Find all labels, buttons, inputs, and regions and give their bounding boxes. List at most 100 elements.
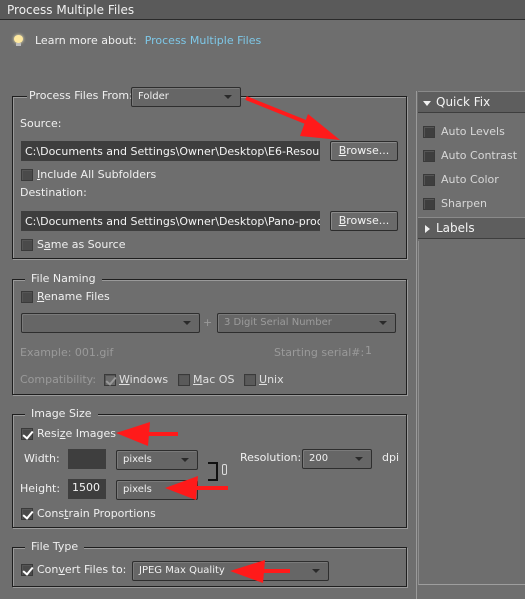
constrain-text-b: rain Proportions [68,507,156,520]
macos-text: ac OS [202,373,235,386]
windows-checkbox[interactable] [104,374,116,386]
resolution-select[interactable]: 200 [302,449,372,469]
quick-fix-auto-contrast[interactable]: Auto Contrast [423,149,517,162]
width-unit-select[interactable]: pixels [116,450,198,470]
rename-text: ename Files [44,290,110,303]
plus-sign: + [203,316,213,329]
convert-files-label[interactable]: Convert Files to: [37,563,126,576]
convert-text-b: ert Files to: [64,563,127,576]
quick-fix-auto-levels[interactable]: Auto Levels [423,125,505,138]
convert-text-a: Con [37,563,59,576]
height-label: Height: [20,482,61,495]
labels-title: Labels [436,221,475,235]
chevron-down-icon [224,95,232,99]
file-format-select[interactable]: JPEG Max Quality [132,561,329,581]
height-unit-value: pixels [123,484,152,495]
process-from-label: Process Files From: [27,89,135,102]
width-unit-value: pixels [123,454,152,465]
name-format-select[interactable] [21,313,200,333]
process-from-select[interactable]: Folder [131,87,241,107]
window-title: Process Multiple Files [7,3,135,17]
macos-checkbox[interactable] [178,374,190,386]
source-label: Source: [20,117,62,130]
unix-checkbox[interactable] [244,374,256,386]
windows-label[interactable]: Windows [119,373,168,386]
resolution-value: 200 [309,453,329,464]
include-subfolders-checkbox[interactable] [21,169,33,181]
same-as-source-checkbox[interactable] [21,239,33,251]
macos-label[interactable]: Mac OS [193,373,234,386]
side-panel: Quick Fix Auto Levels Auto Contrast Auto… [416,91,525,599]
image-size-title: Image Size [25,407,98,420]
include-subfolders-label[interactable]: Include All Subfolders [37,168,156,181]
auto-levels-label: Auto Levels [441,125,505,138]
naming-example: Example: 001.gif [20,346,114,359]
source-browse-button[interactable]: Browse... [330,141,398,161]
constrain-link-bracket [208,462,218,481]
process-from-value: Folder [138,91,169,102]
include-subfolders-text: nclude All Subfolders [40,168,157,181]
chain-link-icon[interactable] [222,464,227,475]
window-title-bar: Process Multiple Files [0,0,525,20]
same-as-source-text-b: me as Source [50,238,126,251]
help-link[interactable]: Process Multiple Files [145,34,262,47]
auto-contrast-label: Auto Contrast [441,149,518,162]
chevron-down-icon [183,321,191,325]
constrain-text-a: Cons [37,507,65,520]
resize-text-b: e Images [65,427,116,440]
destination-path-input[interactable]: C:\Documents and Settings\Owner\Desktop\… [21,211,320,231]
quick-fix-title: Quick Fix [436,95,491,109]
windows-mnemonic: W [119,373,130,386]
file-type-title: File Type [25,540,85,553]
resize-images-label[interactable]: Resize Images [37,427,116,440]
unix-text: nix [267,373,284,386]
height-unit-select[interactable]: pixels [116,480,198,500]
destination-label: Destination: [20,186,87,199]
starting-serial-label: Starting serial#: [274,346,365,359]
labels-panel-body [418,241,525,585]
chevron-down-icon [355,457,363,461]
file-naming-title: File Naming [25,272,102,285]
auto-color-checkbox[interactable] [423,174,435,186]
sharpen-checkbox[interactable] [423,198,435,210]
windows-text: indows [129,373,169,386]
chevron-down-icon [312,569,320,573]
help-row: Learn more about: Process Multiple Files [14,34,261,47]
serial-format-select[interactable]: 3 Digit Serial Number [217,313,396,333]
width-input[interactable] [68,449,106,469]
destination-browse-button[interactable]: Browse... [330,211,398,231]
labels-header[interactable]: Labels [418,217,525,239]
help-prefix: Learn more about: [35,34,137,47]
chevron-down-icon [181,458,189,462]
collapse-triangle-icon [425,225,430,233]
browse-label: rowse... [346,214,390,227]
serial-format-value: 3 Digit Serial Number [224,317,332,328]
same-as-source-text-a: S [37,238,44,251]
resolution-label: Resolution: [240,451,302,464]
rename-files-label[interactable]: Rename Files [37,290,110,303]
file-format-value: JPEG Max Quality [139,565,225,576]
quick-fix-auto-color[interactable]: Auto Color [423,173,499,186]
quick-fix-sharpen[interactable]: Sharpen [423,197,487,210]
compatibility-label: Compatibility: [20,373,97,386]
auto-contrast-checkbox[interactable] [423,150,435,162]
resize-images-checkbox[interactable] [21,428,33,440]
sharpen-label: Sharpen [441,197,487,210]
constrain-proportions-label[interactable]: Constrain Proportions [37,507,156,520]
convert-files-checkbox[interactable] [21,564,33,576]
height-input[interactable]: 1500 [68,479,106,499]
width-label: Width: [24,452,60,465]
macos-mnemonic: M [193,373,203,386]
unix-label[interactable]: Unix [259,373,284,386]
starting-serial-value[interactable]: 1 [365,344,372,357]
resize-text-a: Resi [37,427,60,440]
auto-levels-checkbox[interactable] [423,126,435,138]
constrain-proportions-checkbox[interactable] [21,508,33,520]
chevron-down-icon [379,321,387,325]
rename-files-checkbox[interactable] [21,291,33,303]
quick-fix-header[interactable]: Quick Fix [418,91,525,113]
same-as-source-label[interactable]: Same as Source [37,238,125,251]
unix-mnemonic: U [259,373,268,386]
source-path-input[interactable]: C:\Documents and Settings\Owner\Desktop\… [21,141,320,161]
browse-label: rowse... [346,144,390,157]
